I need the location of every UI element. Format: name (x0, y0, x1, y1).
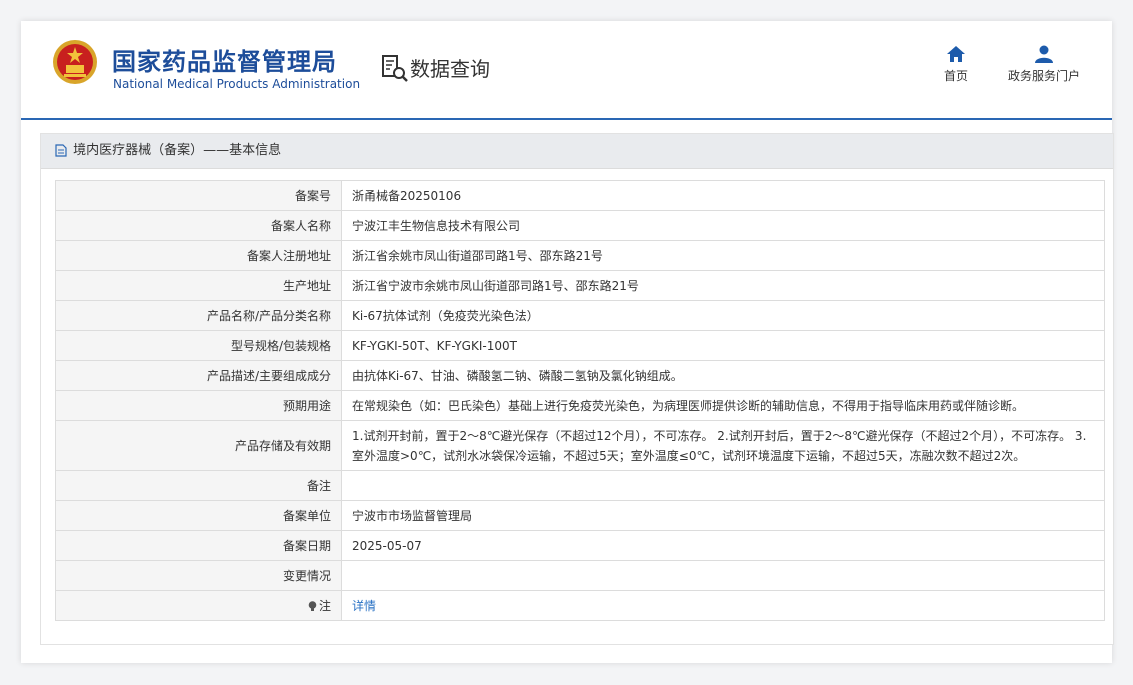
field-label: 型号规格/包装规格 (55, 330, 342, 361)
table-row: 备案人注册地址 浙江省余姚市凤山街道邵司路1号、邵东路21号 (55, 240, 1105, 271)
panel-header: 境内医疗器械（备案）——基本信息 (41, 134, 1113, 169)
lightbulb-icon (308, 600, 317, 611)
panel-title: 境内医疗器械（备案）——基本信息 (73, 143, 282, 158)
field-label: 备注 (55, 470, 342, 501)
table-row: 型号规格/包装规格 KF-YGKI-50T、KF-YGKI-100T (55, 330, 1105, 361)
data-query-icon (382, 55, 408, 82)
info-table: 备案号 浙甬械备20250106 备案人名称 宁波江丰生物信息技术有限公司 备案… (55, 180, 1105, 621)
data-query-label: 数据查询 (410, 57, 490, 81)
table-row: 变更情况 (55, 560, 1105, 591)
details-link[interactable]: 详情 (352, 599, 376, 613)
table-row: 备案号 浙甬械备20250106 (55, 180, 1105, 211)
site-title: 国家药品监督管理局 (112, 48, 337, 76)
field-label: 备案人名称 (55, 210, 342, 241)
table-row: 产品名称/产品分类名称 Ki-67抗体试剂（免疫荧光染色法） (55, 300, 1105, 331)
document-icon (55, 144, 67, 157)
field-label: 备案单位 (55, 500, 342, 531)
table-row: 备案单位 宁波市市场监督管理局 (55, 500, 1105, 531)
field-value: 1.试剂开封前，置于2～8℃避光保存（不超过12个月），不可冻存。 2.试剂开封… (341, 420, 1105, 471)
field-label: 产品描述/主要组成成分 (55, 360, 342, 391)
field-label: 预期用途 (55, 390, 342, 421)
field-value (341, 560, 1105, 591)
national-emblem-logo (53, 40, 97, 84)
nav-home-link[interactable]: 首页 (937, 45, 975, 84)
field-label: 生产地址 (55, 270, 342, 301)
field-label: 备案号 (55, 180, 342, 211)
field-value: KF-YGKI-50T、KF-YGKI-100T (341, 330, 1105, 361)
table-row: 注 详情 (55, 590, 1105, 621)
field-value: 2025-05-07 (341, 530, 1105, 561)
field-label: 备案人注册地址 (55, 240, 342, 271)
field-value: 浙江省余姚市凤山街道邵司路1号、邵东路21号 (341, 240, 1105, 271)
field-value: 宁波江丰生物信息技术有限公司 (341, 210, 1105, 241)
home-icon (947, 46, 965, 62)
nav-home-label: 首页 (943, 69, 968, 83)
info-panel: 境内医疗器械（备案）——基本信息 备案号 浙甬械备20250106 备案人名称 … (40, 133, 1114, 645)
site-header: 国家药品监督管理局 National Medical Products Admi… (21, 21, 1112, 120)
field-label: 备案日期 (55, 530, 342, 561)
field-label-note: 注 (55, 590, 342, 621)
table-row: 备注 (55, 470, 1105, 501)
field-value (341, 470, 1105, 501)
field-value: Ki-67抗体试剂（免疫荧光染色法） (341, 300, 1105, 331)
field-value: 详情 (341, 590, 1105, 621)
table-row: 产品描述/主要组成成分 由抗体Ki-67、甘油、磷酸氢二钠、磷酸二氢钠及氯化钠组… (55, 360, 1105, 391)
field-label: 产品名称/产品分类名称 (55, 300, 342, 331)
field-value: 宁波市市场监督管理局 (341, 500, 1105, 531)
page-card: 国家药品监督管理局 National Medical Products Admi… (21, 21, 1114, 663)
field-value: 浙甬械备20250106 (341, 180, 1105, 211)
field-value: 浙江省宁波市余姚市凤山街道邵司路1号、邵东路21号 (341, 270, 1105, 301)
note-label: 注 (318, 598, 331, 613)
table-row: 产品存储及有效期 1.试剂开封前，置于2～8℃避光保存（不超过12个月），不可冻… (55, 420, 1105, 471)
table-row: 备案人名称 宁波江丰生物信息技术有限公司 (55, 210, 1105, 241)
user-icon (1035, 45, 1053, 63)
field-value: 在常规染色（如：巴氏染色）基础上进行免疫荧光染色，为病理医师提供诊断的辅助信息，… (341, 390, 1105, 421)
field-value: 由抗体Ki-67、甘油、磷酸氢二钠、磷酸二氢钠及氯化钠组成。 (341, 360, 1105, 391)
table-row: 备案日期 2025-05-07 (55, 530, 1105, 561)
table-row: 生产地址 浙江省宁波市余姚市凤山街道邵司路1号、邵东路21号 (55, 270, 1105, 301)
table-row: 预期用途 在常规染色（如：巴氏染色）基础上进行免疫荧光染色，为病理医师提供诊断的… (55, 390, 1105, 421)
nav-portal-label: 政务服务门户 (1007, 69, 1080, 83)
nav-portal-link[interactable]: 政务服务门户 (1004, 45, 1084, 84)
site-subtitle: National Medical Products Administration (113, 77, 361, 91)
field-label: 产品存储及有效期 (55, 420, 342, 471)
field-label: 变更情况 (55, 560, 342, 591)
